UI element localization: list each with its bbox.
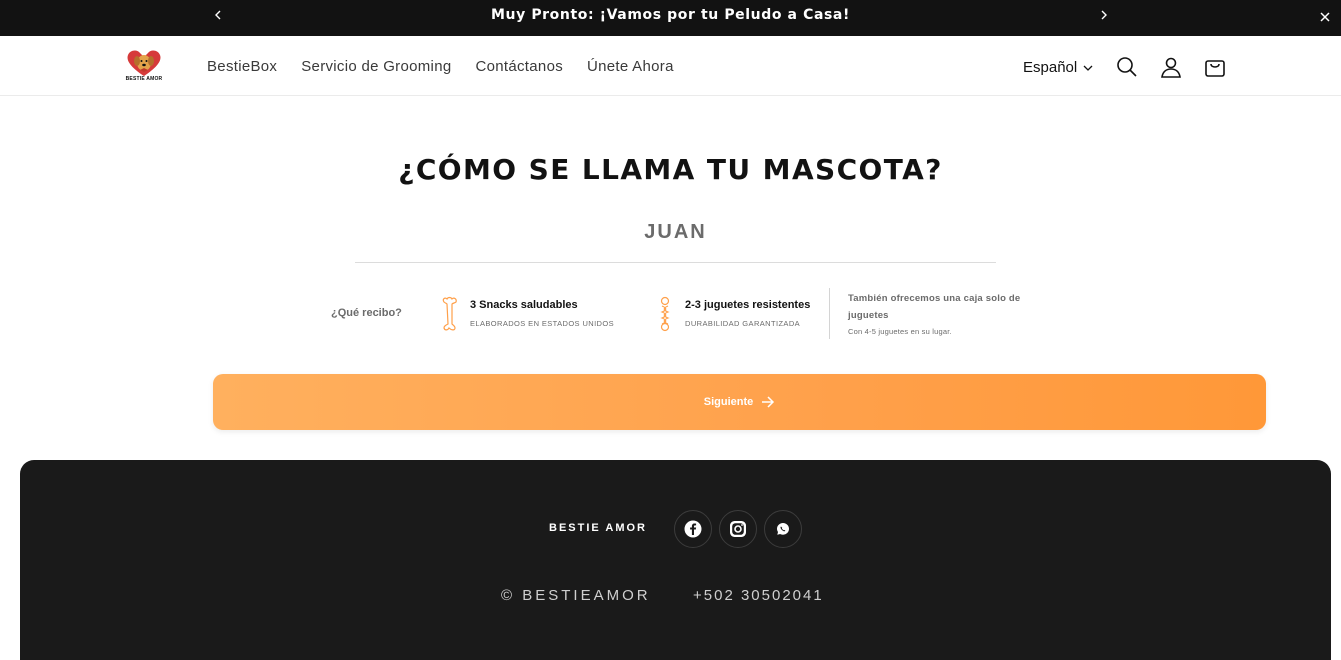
instagram-icon <box>730 521 746 537</box>
announcement-text: Muy Pronto: ¡Vamos por tu Peludo a Casa! <box>491 7 850 23</box>
whatsapp-link[interactable] <box>764 510 802 548</box>
pet-name-field <box>355 214 996 263</box>
next-button-label: Siguiente <box>703 396 754 408</box>
account-button[interactable] <box>1160 56 1182 78</box>
language-selector[interactable]: Español <box>1023 59 1093 76</box>
next-button[interactable]: Siguiente <box>213 374 1266 430</box>
benefit-divider <box>829 288 830 339</box>
pet-name-question: ¿CÓMO SE LLAMA TU MASCOTA? <box>398 153 943 186</box>
footer-copyright: © BESTIEAMOR <box>501 587 651 604</box>
benefit-subtitle: DURABILIDAD GARANTIZADA <box>685 319 801 328</box>
brand-logo[interactable]: BESTIE AMOR <box>120 48 168 88</box>
language-label: Español <box>1023 59 1078 76</box>
toy-only-box-subtitle: Con 4-5 juguetes en su lugar. <box>848 327 952 336</box>
arrow-right-icon <box>762 396 775 408</box>
main-nav: BestieBox Servicio de Grooming Contáctan… <box>207 58 674 75</box>
benefit-title: 3 Snacks saludables <box>470 299 578 311</box>
toy-only-box-title: También ofrecemos una caja solo de jugue… <box>848 293 1021 321</box>
chevron-down-icon <box>1083 65 1093 71</box>
what-do-i-get-label: ¿Qué recibo? <box>331 307 402 319</box>
nav-link-join[interactable]: Únete Ahora <box>587 58 674 75</box>
search-button[interactable] <box>1116 56 1138 78</box>
facebook-link[interactable] <box>674 510 712 548</box>
logo-text: BESTIE AMOR <box>125 76 163 82</box>
nav-link-grooming[interactable]: Servicio de Grooming <box>301 58 451 75</box>
snacks-benefit: 3 Snacks saludables ELABORADOS EN ESTADO… <box>440 296 614 332</box>
benefit-title: 2-3 juguetes resistentes <box>685 299 811 311</box>
footer-phone: +502 30502041 <box>693 587 824 604</box>
toy-only-box-note: También ofrecemos una caja solo de jugue… <box>848 290 1038 336</box>
nav-link-contact[interactable]: Contáctanos <box>475 58 563 75</box>
heart-dog-logo-icon <box>127 50 161 76</box>
benefit-subtitle: ELABORADOS EN ESTADOS UNIDOS <box>470 319 615 328</box>
toys-benefit: 2-3 juguetes resistentes DURABILIDAD GAR… <box>655 296 810 332</box>
chevron-right-icon <box>1101 10 1107 20</box>
instagram-link[interactable] <box>719 510 757 548</box>
nav-link-bestiebox[interactable]: BestieBox <box>207 58 277 75</box>
announcement-bar: Muy Pronto: ¡Vamos por tu Peludo a Casa! <box>0 0 1341 36</box>
user-icon <box>1161 57 1181 78</box>
close-icon <box>1320 12 1330 22</box>
bone-icon <box>442 296 457 331</box>
whatsapp-icon <box>777 523 789 535</box>
cart-button[interactable] <box>1204 56 1226 78</box>
next-announcement-button[interactable] <box>1096 7 1112 23</box>
footer-brand: BESTIE AMOR <box>549 522 647 534</box>
pet-name-input[interactable] <box>355 214 996 250</box>
search-icon <box>1117 57 1137 77</box>
rope-toy-icon <box>660 296 670 332</box>
site-footer: BESTIE AMOR © BESTIEAMOR +502 30502041 <box>20 460 1331 660</box>
site-header: BESTIE AMOR BestieBox Servicio de Groomi… <box>0 36 1341 96</box>
close-announcement-button[interactable] <box>1320 9 1334 23</box>
facebook-icon <box>684 520 702 538</box>
bag-icon <box>1205 60 1225 77</box>
